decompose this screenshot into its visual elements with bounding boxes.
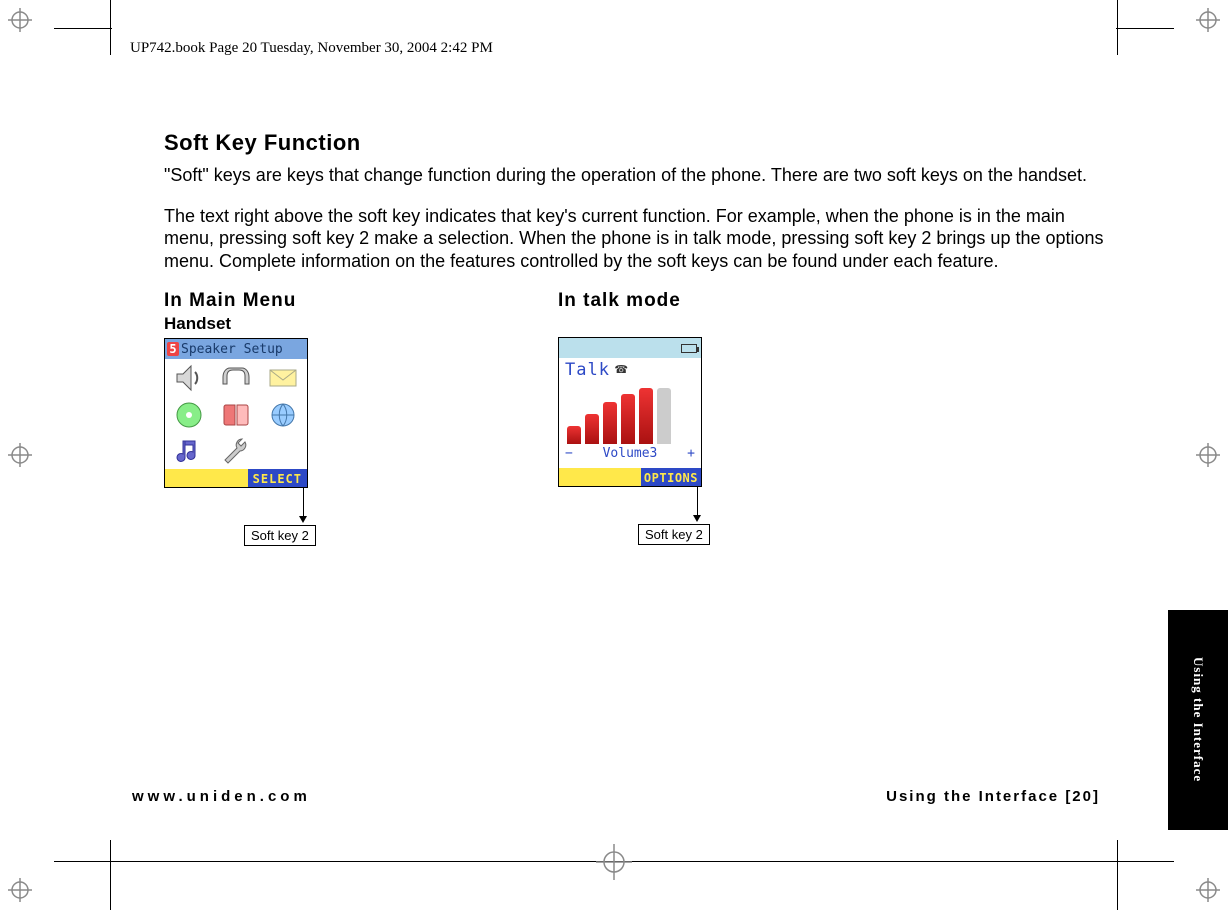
example-heading-main-menu: In Main Menu — [164, 290, 344, 312]
menu-index-number: 5 — [167, 342, 179, 356]
registration-mark-icon — [1196, 443, 1220, 467]
cd-icon — [165, 396, 212, 433]
registration-mark-icon — [596, 844, 632, 880]
talk-label: Talk — [565, 360, 610, 380]
crop-mark — [1117, 840, 1118, 910]
footer-url: www.uniden.com — [132, 788, 311, 805]
section-title: Soft Key Function — [164, 130, 1110, 156]
envelope-icon — [260, 359, 307, 396]
speaker-icon — [165, 359, 212, 396]
footer-section-page: Using the Interface [20] — [886, 788, 1100, 805]
softkey-2-caption: Soft key 2 — [638, 524, 710, 545]
framemaker-header: UP742.book Page 20 Tuesday, November 30,… — [130, 40, 493, 57]
battery-icon — [681, 344, 697, 353]
handset-icon: ☎ — [614, 363, 628, 376]
volume-plus: + — [687, 446, 695, 461]
volume-minus: − — [565, 446, 573, 461]
handset-screen-talk-mode: Talk ☎ − Volume3 + OPTIONS — [558, 337, 702, 487]
registration-mark-icon — [8, 443, 32, 467]
crop-mark — [1116, 28, 1174, 29]
registration-mark-icon — [8, 878, 32, 902]
music-note-icon — [165, 433, 212, 469]
arrow-down-icon — [262, 488, 344, 523]
registration-mark-icon — [8, 8, 32, 32]
headset-icon — [212, 359, 259, 396]
thumb-tab: Using the Interface — [1168, 610, 1228, 830]
menu-icon-grid — [165, 359, 307, 469]
handset-screen-main-menu: 5 Speaker Setup — [164, 338, 308, 488]
globe-icon — [260, 396, 307, 433]
blank-icon — [260, 433, 307, 469]
paragraph: "Soft" keys are keys that change functio… — [164, 164, 1110, 187]
wrench-icon — [212, 433, 259, 469]
paragraph: The text right above the soft key indica… — [164, 205, 1110, 273]
volume-level-label: Volume3 — [603, 446, 658, 461]
example-heading-talk-mode: In talk mode — [558, 290, 738, 312]
arrow-down-icon — [656, 487, 738, 522]
book-icon — [212, 396, 259, 433]
registration-mark-icon — [1196, 8, 1220, 32]
crop-mark — [54, 28, 112, 29]
softkey-2-caption: Soft key 2 — [244, 525, 316, 546]
volume-bars — [567, 386, 693, 444]
registration-mark-icon — [1196, 878, 1220, 902]
menu-title: Speaker Setup — [181, 342, 283, 357]
softkey-2-label: SELECT — [248, 469, 307, 488]
softkey-2-label: OPTIONS — [641, 468, 701, 487]
example-subheading-handset: Handset — [164, 314, 344, 334]
crop-mark — [110, 840, 111, 910]
